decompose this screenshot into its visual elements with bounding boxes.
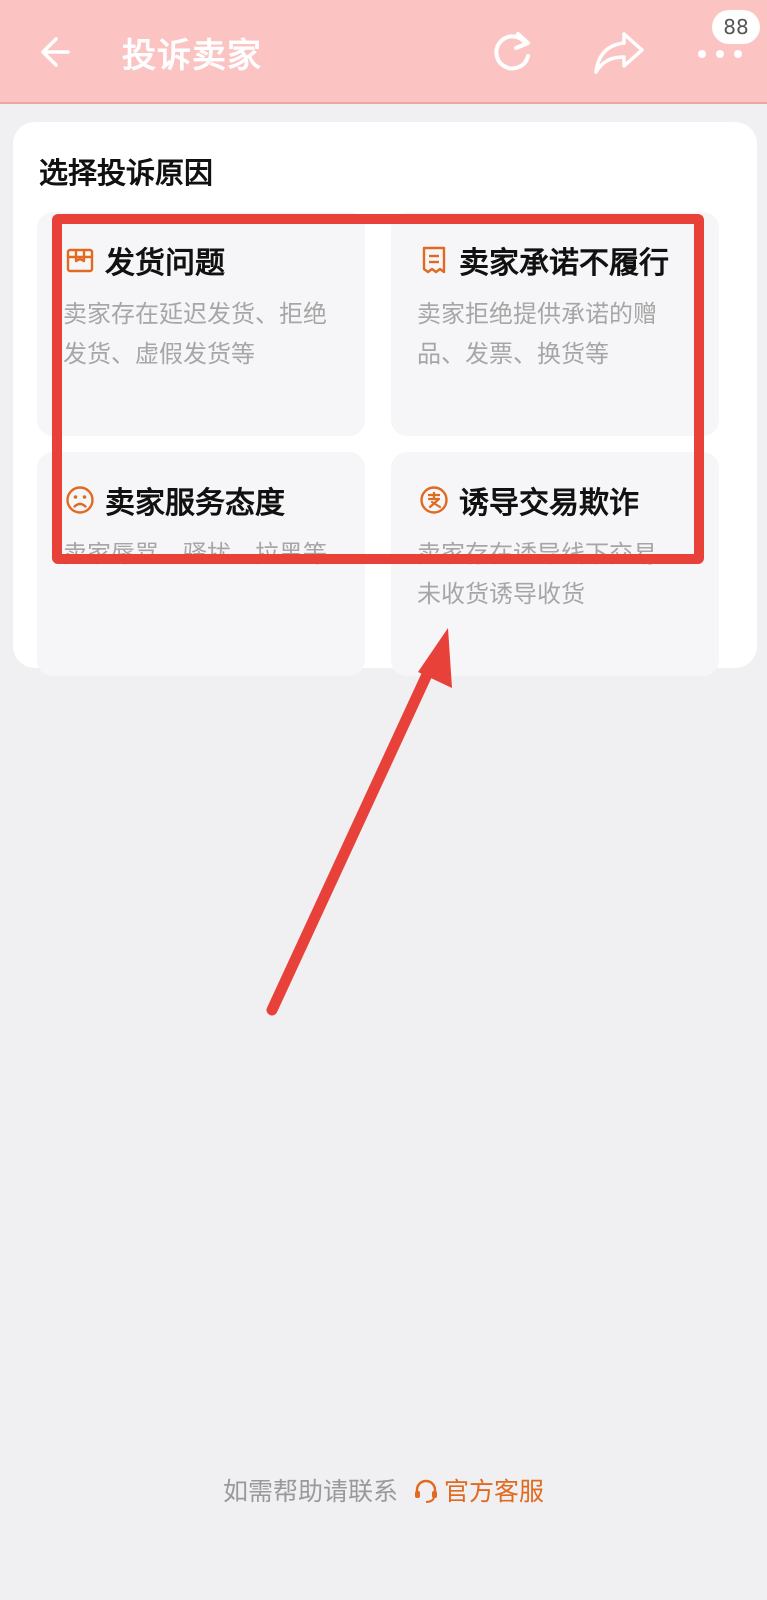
back-arrow-icon[interactable] (36, 30, 80, 74)
share-icon[interactable] (590, 26, 646, 78)
help-prompt: 如需帮助请联系 (222, 1477, 398, 1506)
message-badge[interactable]: 88 (712, 10, 760, 44)
app-header: 投诉卖家 88 (0, 0, 767, 104)
official-service-link[interactable]: 官方客服 (412, 1472, 544, 1508)
headset-icon (415, 1479, 437, 1503)
section-title: 选择投诉原因 (39, 156, 214, 190)
official-service-label: 官方客服 (444, 1477, 545, 1506)
help-footer: 如需帮助请联系 官方客服 (0, 1468, 767, 1512)
page-title: 投诉卖家 (122, 36, 262, 76)
refresh-icon[interactable] (486, 26, 538, 78)
annotation-highlight-box (52, 214, 704, 564)
